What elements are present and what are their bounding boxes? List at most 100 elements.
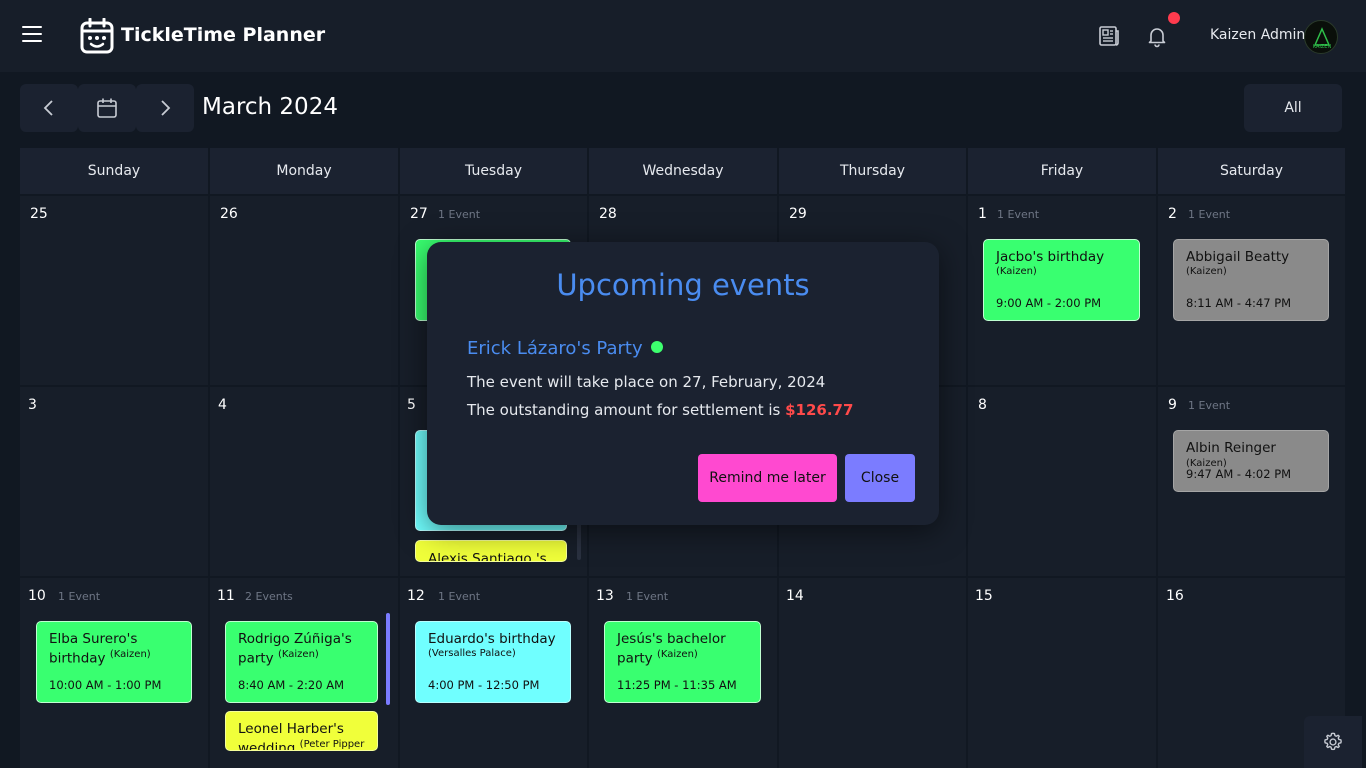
event-card[interactable]: Abbigail Beatty (Kaizen) 8:11 AM - 4:47 … <box>1173 239 1329 321</box>
gear-icon <box>1324 732 1342 751</box>
modal-event-name-text: Erick Lázaro's Party <box>467 338 643 359</box>
day-cell[interactable]: 8 <box>968 387 1156 576</box>
event-title: Alexis Santiago 's <box>428 551 547 562</box>
event-count: 1 Event <box>1188 399 1231 412</box>
event-title-text: Albin Reinger <box>1186 440 1276 456</box>
day-cell[interactable]: 14 <box>779 578 966 768</box>
previous-month-button[interactable] <box>20 84 78 132</box>
modal-event-name[interactable]: Erick Lázaro's Party <box>467 338 663 359</box>
upcoming-events-modal: Upcoming events Erick Lázaro's Party The… <box>427 242 939 525</box>
day-number: 12 <box>407 588 425 604</box>
day-number: 1 <box>978 206 987 222</box>
user-name[interactable]: Kaizen Admin <box>1210 27 1305 43</box>
day-cell[interactable]: 3 <box>20 387 208 576</box>
weekday-header: Saturday <box>1158 148 1345 194</box>
event-card[interactable]: Alexis Santiago 's <box>415 540 567 562</box>
day-number: 5 <box>407 397 416 413</box>
avatar-logo-icon: KAIZEN <box>1313 27 1332 50</box>
day-number: 16 <box>1166 588 1184 604</box>
day-number: 11 <box>217 588 235 604</box>
event-count: 1 Event <box>1188 208 1231 221</box>
event-time: 4:00 PM - 12:50 PM <box>428 678 540 692</box>
event-count: 1 Event <box>438 208 481 221</box>
event-count: 1 Event <box>438 590 481 603</box>
avatar[interactable]: KAIZEN <box>1304 20 1338 54</box>
day-number: 8 <box>978 397 987 413</box>
modal-event-date: The event will take place on 27, Februar… <box>467 373 826 391</box>
event-title: Rodrigo Zúñiga's party (Kaizen) <box>238 630 365 668</box>
day-cell[interactable]: 4 <box>210 387 398 576</box>
outstanding-label: The outstanding amount for settlement is <box>467 401 786 419</box>
amount-value: $126.77 <box>785 401 854 419</box>
day-number: 15 <box>975 588 993 604</box>
day-cell[interactable]: 15 <box>968 578 1156 768</box>
event-title: Eduardo's birthday <box>428 631 556 647</box>
next-month-button[interactable] <box>136 84 194 132</box>
day-number: 25 <box>30 206 48 222</box>
hamburger-menu-icon[interactable] <box>22 26 42 46</box>
day-number: 14 <box>786 588 804 604</box>
day-number: 27 <box>410 206 428 222</box>
event-time: 8:11 AM - 4:47 PM <box>1186 296 1292 310</box>
day-number: 3 <box>28 397 37 413</box>
day-number: 4 <box>218 397 227 413</box>
event-time: 10:00 AM - 1:00 PM <box>49 678 162 692</box>
event-card[interactable]: Elba Surero's birthday (Kaizen) 10:00 AM… <box>36 621 192 703</box>
event-card[interactable]: Jacbo's birthday (Kaizen) 9:00 AM - 2:00… <box>983 239 1140 321</box>
event-count: 1 Event <box>626 590 669 603</box>
newspaper-icon[interactable] <box>1097 24 1121 48</box>
day-number: 29 <box>789 206 807 222</box>
day-cell[interactable]: 25 <box>20 196 208 385</box>
day-number: 28 <box>599 206 617 222</box>
event-title: Jesús's bachelor party (Kaizen) <box>617 630 748 668</box>
weekday-header: Sunday <box>20 148 208 194</box>
day-cell[interactable]: 11 2 Events Rodrigo Zúñiga's party (Kaiz… <box>210 578 398 768</box>
day-cell[interactable]: 13 1 Event Jesús's bachelor party (Kaize… <box>589 578 777 768</box>
event-card[interactable]: Jesús's bachelor party (Kaizen) 11:25 PM… <box>604 621 761 703</box>
weekday-header: Tuesday <box>400 148 587 194</box>
event-count: 1 Event <box>58 590 101 603</box>
remind-me-later-button[interactable]: Remind me later <box>698 454 837 502</box>
weekday-header: Thursday <box>779 148 966 194</box>
day-number: 2 <box>1168 206 1177 222</box>
avatar-text: KAIZEN <box>1313 44 1332 50</box>
calendar-icon <box>80 18 114 54</box>
event-time: 8:40 AM - 2:20 AM <box>238 678 344 692</box>
event-time: 9:00 AM - 2:00 PM <box>996 296 1102 310</box>
today-button[interactable] <box>78 84 136 132</box>
day-number: 13 <box>596 588 614 604</box>
close-button[interactable]: Close <box>845 454 915 502</box>
day-cell[interactable]: 26 <box>210 196 398 385</box>
bell-icon[interactable] <box>1145 24 1169 48</box>
event-venue: (Kaizen) <box>277 649 319 661</box>
event-title: Leonel Harber's wedding (Peter Pipper <box>238 720 365 751</box>
event-card[interactable]: Albin Reinger (Kaizen) 9:47 AM - 4:02 PM <box>1173 430 1329 492</box>
event-venue: (Versalles Palace) <box>428 648 516 660</box>
event-card[interactable]: Leonel Harber's wedding (Peter Pipper <box>225 711 378 751</box>
day-cell[interactable]: 9 1 Event Albin Reinger (Kaizen) 9:47 AM… <box>1158 387 1345 576</box>
app-title: TickleTime Planner <box>121 24 326 46</box>
weekday-header: Monday <box>210 148 398 194</box>
day-number: 26 <box>220 206 238 222</box>
event-venue: (Kaizen) <box>996 266 1037 278</box>
event-card[interactable]: Rodrigo Zúñiga's party (Kaizen) 8:40 AM … <box>225 621 378 703</box>
day-cell[interactable]: 12 1 Event Eduardo's birthday (Versalles… <box>400 578 587 768</box>
event-venue: (Peter Pipper <box>299 739 365 751</box>
filter-all-button[interactable]: All <box>1244 84 1342 132</box>
chevron-right-icon <box>161 100 171 116</box>
event-venue: (Kaizen) <box>109 649 151 661</box>
top-bar: TickleTime Planner Kaizen Admin KAIZEN <box>0 0 1366 72</box>
settings-button[interactable] <box>1304 716 1362 768</box>
event-count: 2 Events <box>245 590 293 603</box>
modal-outstanding-amount: The outstanding amount for settlement is… <box>467 401 853 419</box>
event-card[interactable]: Eduardo's birthday (Versalles Palace) 4:… <box>415 621 571 703</box>
day-cell[interactable]: 2 1 Event Abbigail Beatty (Kaizen) 8:11 … <box>1158 196 1345 385</box>
day-cell[interactable]: 1 1 Event Jacbo's birthday (Kaizen) 9:00… <box>968 196 1156 385</box>
day-number: 9 <box>1168 397 1177 413</box>
notification-badge <box>1168 12 1180 24</box>
day-number: 10 <box>28 588 46 604</box>
day-cell[interactable]: 10 1 Event Elba Surero's birthday (Kaize… <box>20 578 208 768</box>
event-title: Elba Surero's birthday (Kaizen) <box>49 630 179 668</box>
event-title: Abbigail Beatty <box>1186 249 1290 265</box>
scrollbar-thumb[interactable] <box>386 613 390 705</box>
